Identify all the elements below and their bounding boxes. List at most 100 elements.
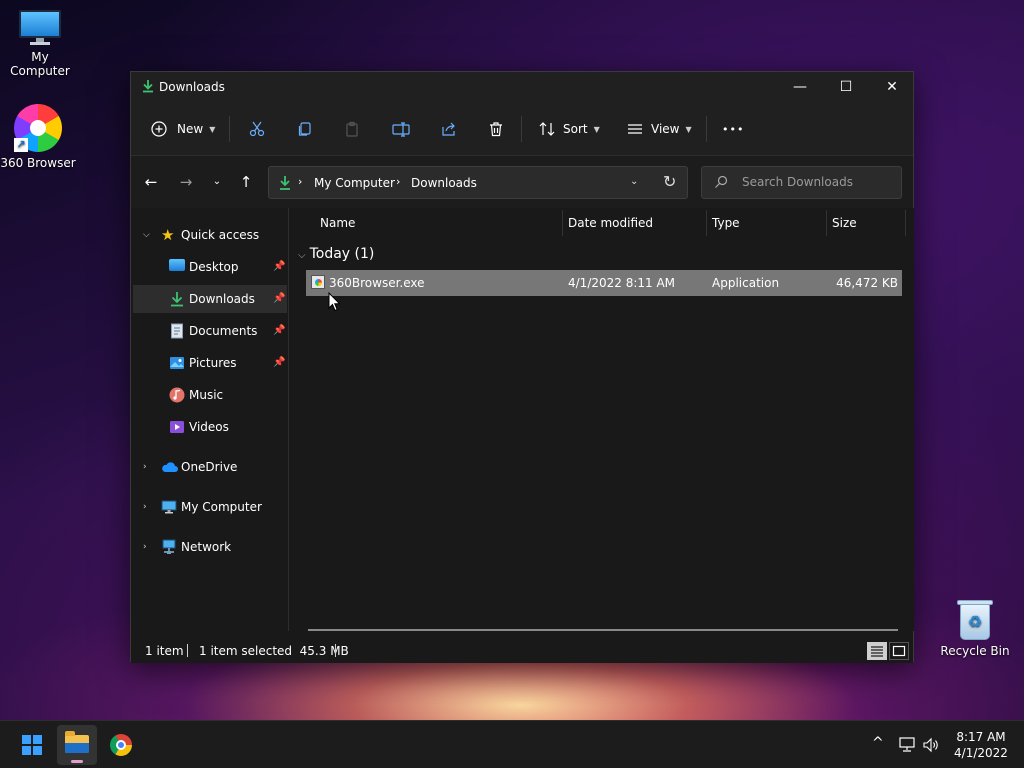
pin-icon: 📌 — [273, 293, 286, 304]
taskbar-file-explorer[interactable] — [57, 725, 97, 765]
show-hidden-icons-button[interactable]: ^ — [872, 735, 884, 751]
sidebar-items: ⌵ ★ Quick access Desktop 📌 Downloads 📌 D… — [131, 208, 289, 631]
selection-info: 1 item selected 45.3 MB — [199, 644, 349, 658]
column-header-label: Name — [320, 216, 356, 230]
column-header-label: Type — [712, 216, 740, 230]
sidebar-item-label: Network — [181, 540, 232, 554]
column-header-label: Date modified — [568, 216, 654, 230]
more-options-button[interactable]: ••• — [722, 114, 744, 144]
chevron-right-icon: › — [143, 542, 147, 552]
pin-icon: 📌 — [273, 325, 286, 336]
documents-icon — [171, 323, 183, 339]
column-divider[interactable] — [905, 210, 906, 236]
column-divider[interactable] — [826, 210, 827, 236]
refresh-button[interactable]: ↻ — [663, 172, 676, 191]
minimize-button[interactable]: — — [777, 72, 823, 102]
search-icon — [715, 175, 728, 188]
up-button[interactable]: ↑ — [234, 170, 258, 194]
chevron-down-icon: ⌵ — [143, 230, 150, 240]
forward-button[interactable]: → — [174, 170, 198, 194]
sidebar-item-music[interactable]: Music — [133, 381, 287, 409]
file-date-modified: 4/1/2022 8:11 AM — [568, 276, 676, 290]
desktop-icon-recycle-bin[interactable]: ♻ Recycle Bin — [935, 598, 1015, 658]
more-options-icon: ••• — [722, 122, 745, 136]
horizontal-scrollbar[interactable] — [308, 629, 898, 631]
status-divider — [335, 644, 336, 657]
column-header-label: Size — [832, 216, 857, 230]
toolbar-divider — [706, 116, 707, 142]
search-box[interactable] — [701, 166, 902, 199]
close-button[interactable]: ✕ — [869, 72, 915, 102]
maximize-button[interactable]: ☐ — [823, 72, 869, 102]
chevron-down-icon: ▼ — [209, 124, 216, 134]
clock-time: 8:17 AM — [956, 730, 1006, 744]
column-header-name[interactable]: Name — [320, 208, 355, 238]
breadcrumb-chevron-icon: › — [298, 175, 303, 188]
sort-label: Sort — [563, 122, 588, 136]
table-row[interactable]: 360Browser.exe 4/1/2022 8:11 AM Applicat… — [306, 270, 902, 296]
details-view-icon — [871, 646, 883, 657]
desktop-icon-360-browser[interactable]: ↗ 360 Browser — [0, 104, 78, 170]
status-divider — [187, 644, 188, 657]
paste-button[interactable] — [344, 114, 360, 144]
chevron-right-icon: › — [143, 462, 147, 472]
view-label: View — [651, 122, 680, 136]
start-button[interactable] — [12, 725, 52, 765]
system-clock[interactable]: 8:17 AM 4/1/2022 — [944, 729, 1018, 761]
shortcut-arrow-icon: ↗ — [14, 138, 28, 152]
search-input[interactable] — [742, 175, 892, 189]
details-view-button[interactable] — [867, 642, 887, 660]
taskbar-chrome[interactable] — [101, 725, 141, 765]
share-icon — [442, 122, 455, 136]
sidebar-item-onedrive[interactable]: › OneDrive — [133, 453, 287, 481]
address-bar[interactable]: › My Computer › Downloads ⌄ ↻ — [268, 166, 688, 199]
column-header-size[interactable]: Size — [832, 208, 857, 238]
view-button[interactable]: View ▼ — [627, 114, 692, 144]
mouse-cursor-icon — [328, 292, 340, 312]
group-header-today[interactable]: ⌵ Today (1) — [298, 246, 374, 262]
new-button[interactable]: New ▼ — [151, 114, 215, 144]
sidebar-item-my-computer[interactable]: › My Computer — [133, 493, 287, 521]
file-list-pane: Name Date modified Type Size ⌵ Today (1) … — [290, 208, 914, 631]
chevron-down-icon: ▼ — [685, 124, 692, 134]
sidebar-item-desktop[interactable]: Desktop 📌 — [133, 253, 287, 281]
pin-icon: 📌 — [273, 357, 286, 368]
sort-button[interactable]: Sort ▼ — [539, 114, 600, 144]
sidebar-item-downloads[interactable]: Downloads 📌 — [133, 285, 287, 313]
delete-button[interactable] — [488, 114, 504, 144]
network-icon — [162, 539, 176, 554]
breadcrumb-downloads[interactable]: Downloads — [411, 176, 477, 190]
column-divider[interactable] — [706, 210, 707, 236]
recent-locations-button[interactable]: ⌄ — [205, 170, 229, 194]
copy-button[interactable] — [297, 114, 313, 144]
download-icon — [280, 176, 290, 190]
sidebar-item-label: My Computer — [181, 500, 262, 514]
sidebar-item-videos[interactable]: Videos — [133, 413, 287, 441]
sidebar-item-network[interactable]: › Network — [133, 533, 287, 561]
rename-button[interactable] — [392, 114, 410, 144]
back-button[interactable]: ← — [139, 170, 163, 194]
sidebar-item-documents[interactable]: Documents 📌 — [133, 317, 287, 345]
title-bar[interactable]: Downloads — ☐ ✕ — [131, 72, 913, 102]
sidebar-item-label: Music — [189, 388, 224, 402]
network-status-icon[interactable] — [898, 737, 916, 753]
breadcrumb-my-computer[interactable]: My Computer — [314, 176, 395, 190]
desktop-icon-my-computer[interactable]: My Computer — [0, 10, 80, 78]
large-icons-view-button[interactable] — [889, 642, 909, 660]
sidebar-item-label: Documents — [189, 324, 258, 338]
column-divider[interactable] — [562, 210, 563, 236]
sidebar-item-pictures[interactable]: Pictures 📌 — [133, 349, 287, 377]
column-header-date-modified[interactable]: Date modified — [568, 208, 653, 238]
sidebar-item-quick-access[interactable]: ⌵ ★ Quick access — [133, 221, 287, 249]
share-button[interactable] — [441, 114, 457, 144]
address-dropdown-button[interactable]: ⌄ — [630, 176, 638, 187]
trash-icon — [490, 122, 502, 137]
status-bar: 1 item 1 item selected 45.3 MB — [131, 638, 913, 663]
rename-icon — [392, 122, 410, 137]
clock-date: 4/1/2022 — [954, 746, 1008, 760]
360-browser-icon: ↗ — [14, 104, 62, 152]
column-header-type[interactable]: Type — [712, 208, 740, 238]
volume-icon[interactable] — [922, 737, 940, 753]
chevron-down-icon: ⌵ — [298, 250, 306, 261]
cut-button[interactable] — [249, 114, 265, 144]
